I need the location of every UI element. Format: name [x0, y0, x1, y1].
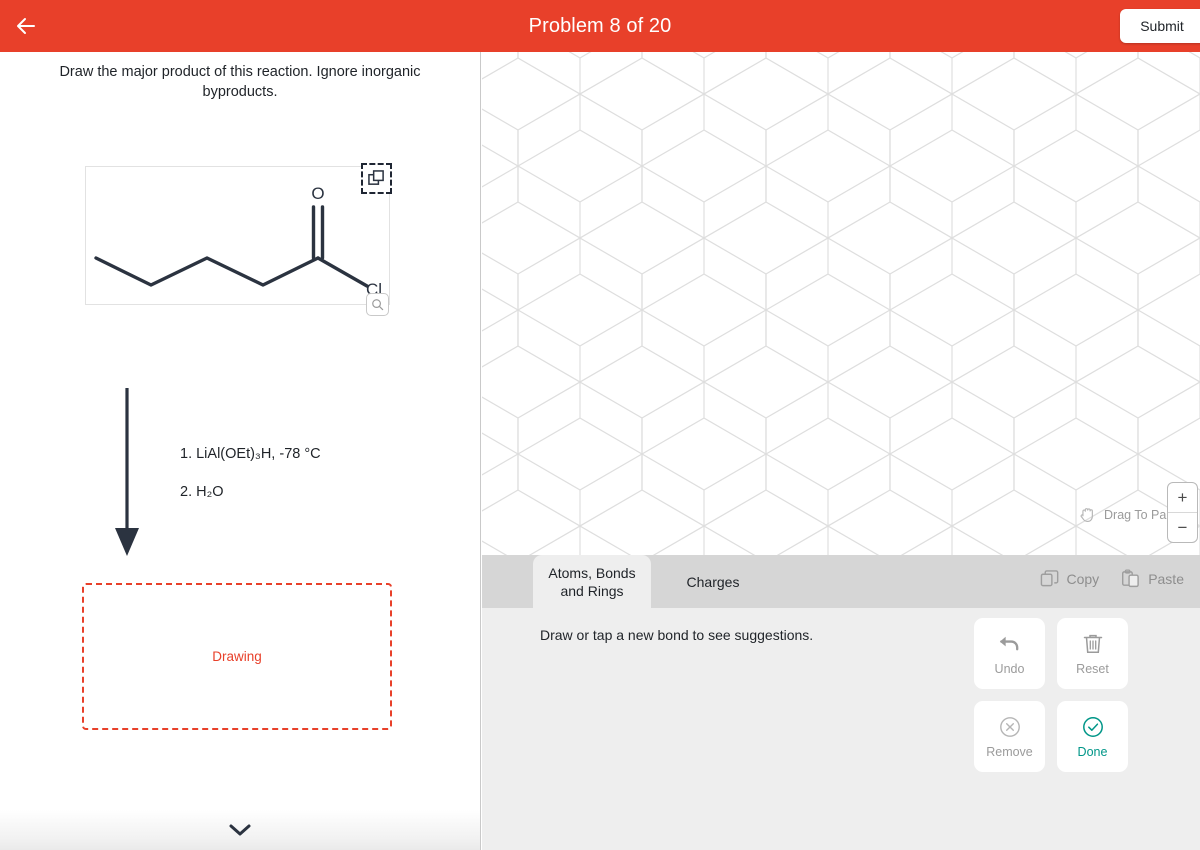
- panel-collapse-button[interactable]: [0, 810, 480, 850]
- reagent-line-2: 2. H₂O: [180, 484, 224, 500]
- toolbar-tabbar: Atoms, Bonds and Rings Charges Copy Past…: [482, 555, 1200, 608]
- question-prompt: Draw the major product of this reaction.…: [59, 64, 421, 100]
- hexagon-grid: [482, 52, 1200, 555]
- zoom-out-button[interactable]: −: [1168, 513, 1197, 542]
- tab-atoms-line2: and Rings: [560, 582, 624, 599]
- undo-label: Undo: [994, 662, 1025, 676]
- editor-hint: Draw or tap a new bond to see suggestion…: [540, 627, 814, 643]
- tab-atoms-line1: Atoms, Bonds: [548, 564, 636, 581]
- chevron-down-icon: [229, 824, 251, 836]
- paste-icon: [1122, 569, 1139, 588]
- drawing-canvas[interactable]: [482, 52, 1200, 555]
- reset-button[interactable]: Reset: [1057, 618, 1128, 689]
- reagent-line-1: 1. LiAl(OEt)₃H, -78 °C: [180, 446, 321, 462]
- done-label: Done: [1077, 744, 1108, 759]
- copy-label: Copy: [1066, 570, 1100, 587]
- app-header: Problem 8 of 20 Submit: [0, 0, 1200, 52]
- tab-atoms-bonds-rings[interactable]: Atoms, Bonds and Rings: [533, 555, 651, 608]
- reaction-arrow: [108, 382, 148, 562]
- molecule-duplicate-handle[interactable]: [361, 163, 392, 194]
- reset-label: Reset: [1076, 661, 1109, 676]
- drag-to-pan-hint[interactable]: Drag To Pan: [1078, 505, 1173, 524]
- check-circle-icon: [1082, 716, 1103, 737]
- undo-button[interactable]: Undo: [974, 618, 1045, 689]
- magnify-icon: [372, 299, 384, 311]
- trash-icon: [1083, 634, 1102, 653]
- editor-toolbar: Atoms, Bonds and Rings Charges Copy Past…: [482, 555, 1200, 850]
- undo-arrow-icon: [999, 636, 1019, 651]
- paste-label: Paste: [1148, 570, 1184, 587]
- hand-icon: [1080, 508, 1093, 523]
- pan-hint-label: Drag To Pan: [1104, 507, 1174, 522]
- oxygen-label: O: [311, 184, 324, 203]
- molecule-zoom-button[interactable]: [366, 293, 389, 316]
- product-drawing-dropzone[interactable]: Drawing: [82, 583, 392, 730]
- editor-action-buttons: Undo Reset Remove Done: [974, 618, 1128, 772]
- reagent-list: 1. LiAl(OEt)₃H, -78 °C 2. H₂O: [180, 444, 420, 502]
- page-title: Problem 8 of 20: [528, 14, 672, 37]
- duplicate-icon: [368, 170, 384, 185]
- tab-charges[interactable]: Charges: [663, 555, 763, 608]
- canvas-zoom-stepper[interactable]: + −: [1167, 482, 1198, 543]
- clipboard-actions: Copy Paste: [1040, 569, 1184, 588]
- down-arrow-icon: [115, 388, 139, 556]
- remove-button[interactable]: Remove: [974, 701, 1045, 772]
- remove-label: Remove: [986, 744, 1033, 759]
- question-panel: Draw the major product of this reaction.…: [0, 52, 481, 850]
- done-button[interactable]: Done: [1057, 701, 1128, 772]
- copy-icon: [1040, 570, 1058, 587]
- dropzone-label: Drawing: [212, 649, 262, 664]
- reactant-structure: O Cl: [94, 184, 382, 299]
- paste-button[interactable]: Paste: [1121, 569, 1184, 588]
- reactant-molecule-card[interactable]: O Cl: [85, 163, 392, 316]
- copy-button[interactable]: Copy: [1040, 569, 1100, 588]
- problem-screen: Problem 8 of 20 Submit Draw the major pr…: [0, 0, 1200, 850]
- submit-button[interactable]: Submit: [1120, 9, 1200, 43]
- zoom-in-button[interactable]: +: [1168, 483, 1197, 512]
- x-circle-icon: [999, 716, 1020, 737]
